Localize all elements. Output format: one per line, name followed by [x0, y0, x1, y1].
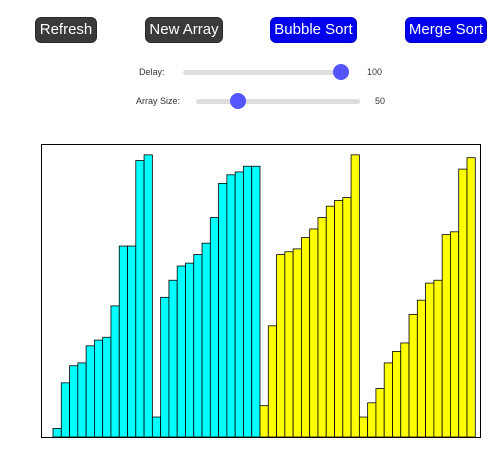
array-bar	[325, 205, 335, 437]
array-bar	[251, 165, 261, 437]
delay-label: Delay:	[139, 67, 165, 77]
array-bar	[392, 351, 402, 437]
array-bar	[450, 231, 460, 437]
array-bar	[383, 362, 393, 437]
array-bar	[118, 245, 128, 437]
array-bar	[259, 405, 269, 437]
array-bar	[317, 217, 327, 437]
array-bar	[433, 279, 443, 437]
array-bar	[400, 342, 410, 437]
array-bar	[110, 305, 120, 437]
delay-slider-thumb[interactable]	[333, 64, 349, 80]
array-bar	[292, 248, 302, 437]
array-bar	[309, 228, 319, 437]
array-bar	[143, 154, 153, 437]
delay-slider-track[interactable]	[183, 70, 343, 75]
array-bar	[176, 265, 186, 437]
array-bar	[85, 345, 95, 437]
array-bar	[466, 157, 476, 437]
array-bar	[77, 362, 87, 437]
array-bar	[201, 242, 211, 437]
array-bar	[441, 234, 451, 437]
array-bar	[267, 325, 277, 437]
array-bar	[60, 382, 70, 437]
merge-sort-button[interactable]: Merge Sort	[405, 17, 487, 43]
array-size-slider-track[interactable]	[196, 99, 360, 104]
array-bar	[185, 262, 195, 437]
array-bar	[375, 388, 385, 437]
array-bar	[226, 174, 236, 437]
array-bar	[193, 254, 203, 437]
array-bar	[243, 165, 253, 437]
array-bar	[127, 245, 137, 437]
array-bar	[151, 416, 162, 437]
array-size-slider-thumb[interactable]	[230, 93, 246, 109]
array-bar	[69, 365, 79, 437]
array-bar	[218, 182, 228, 437]
delay-value: 100	[367, 67, 383, 77]
array-bar	[160, 296, 170, 437]
array-bar	[367, 402, 377, 437]
array-bar	[234, 171, 244, 437]
bar-chart	[52, 154, 476, 437]
array-bar	[408, 314, 418, 437]
array-bar	[168, 279, 178, 437]
array-bar	[276, 254, 286, 437]
new-array-button[interactable]: New Array	[145, 17, 223, 43]
array-bar	[358, 416, 369, 437]
array-visualization	[41, 144, 481, 438]
array-bar	[342, 197, 352, 437]
array-size-value: 50	[375, 96, 386, 106]
array-bar	[350, 154, 360, 437]
array-bar	[209, 217, 220, 437]
array-bar	[94, 339, 104, 437]
bubble-sort-button[interactable]: Bubble Sort	[270, 17, 357, 43]
array-bar	[416, 299, 427, 437]
array-bar	[425, 282, 435, 437]
array-bar	[52, 428, 62, 437]
array-bar	[334, 200, 344, 437]
array-bar	[284, 251, 294, 437]
array-bar	[102, 336, 112, 437]
array-bar	[300, 237, 311, 437]
array-bar	[135, 160, 145, 437]
array-size-label: Array Size:	[136, 96, 181, 106]
refresh-button[interactable]: Refresh	[35, 17, 97, 43]
array-bar	[458, 168, 468, 437]
